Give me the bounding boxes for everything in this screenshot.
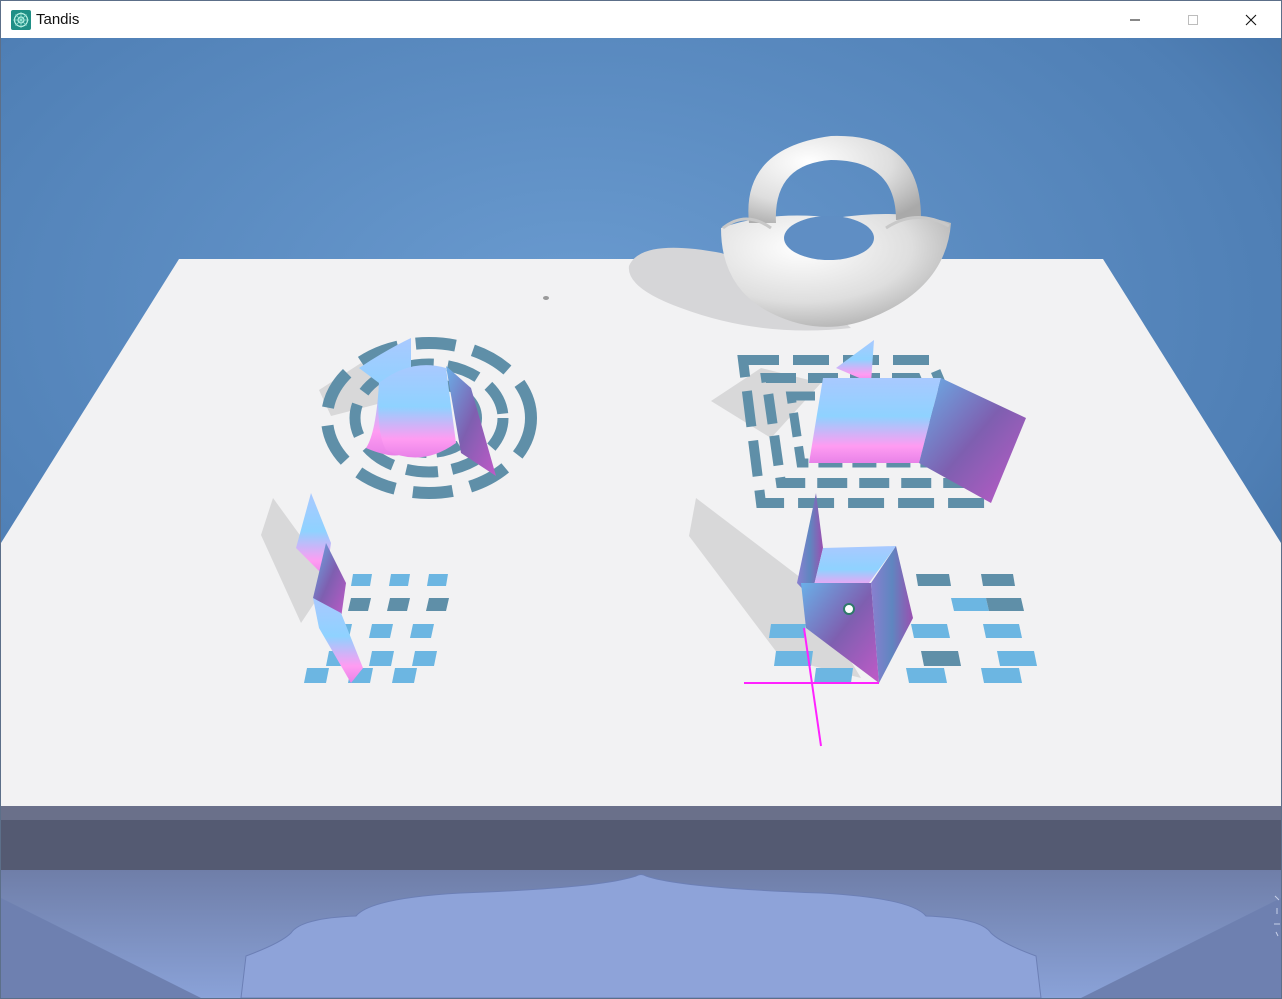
window-title: Tandis	[36, 11, 80, 28]
close-icon	[1245, 14, 1257, 25]
table-shadow-band	[1, 820, 1281, 870]
scene-canvas[interactable]	[1, 38, 1281, 998]
minimize-icon	[1130, 19, 1140, 20]
close-button[interactable]	[1222, 1, 1280, 38]
maximize-button[interactable]	[1164, 1, 1222, 38]
table-marker-dot	[543, 296, 549, 300]
table-edge	[1, 806, 1281, 820]
maximize-icon	[1188, 14, 1198, 25]
3d-viewport[interactable]	[1, 38, 1281, 998]
selection-handle[interactable]	[843, 603, 855, 615]
minimize-button[interactable]	[1106, 1, 1164, 38]
table-top	[1, 259, 1281, 806]
app-window: Tandis	[0, 0, 1282, 999]
app-icon	[11, 10, 31, 30]
title-bar[interactable]: Tandis	[1, 1, 1281, 38]
